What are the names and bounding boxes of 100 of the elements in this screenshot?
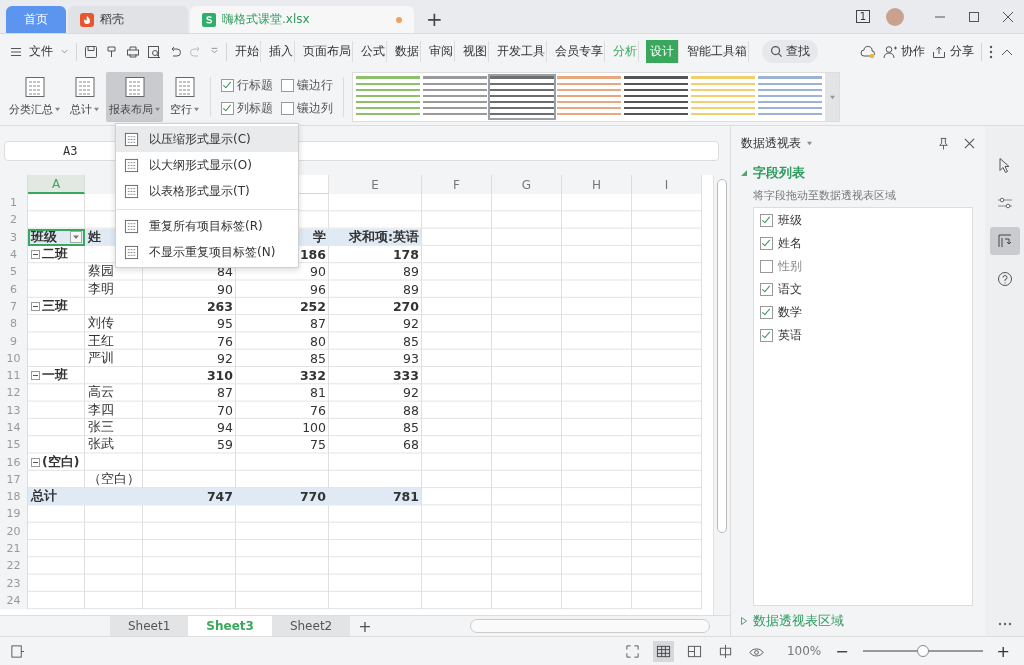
column-header[interactable]: E bbox=[329, 175, 422, 194]
row-number[interactable]: 19 bbox=[0, 505, 28, 523]
ribbon-button[interactable]: 报表布局 bbox=[106, 72, 163, 122]
field-list-heading[interactable]: 字段列表 bbox=[753, 164, 805, 182]
ribbon-tab[interactable]: 设计 bbox=[646, 40, 679, 63]
row-number[interactable]: 18 bbox=[0, 488, 28, 506]
caret-icon[interactable] bbox=[807, 140, 812, 146]
checkbox[interactable] bbox=[760, 329, 773, 342]
format-painter-icon[interactable] bbox=[105, 44, 119, 59]
close-icon[interactable] bbox=[1002, 10, 1014, 23]
vertical-scrollbar[interactable] bbox=[713, 175, 730, 615]
collapsed-triangle-icon[interactable] bbox=[741, 617, 747, 625]
horizontal-scrollbar[interactable] bbox=[469, 619, 710, 633]
checkbox[interactable] bbox=[221, 102, 234, 115]
column-header[interactable]: I bbox=[632, 175, 702, 194]
pivot-table-icon[interactable] bbox=[989, 227, 1020, 255]
ribbon-tab[interactable]: 审阅 bbox=[428, 41, 455, 62]
print-preview-icon[interactable] bbox=[147, 44, 161, 59]
table-style-swatch[interactable] bbox=[356, 76, 420, 118]
ribbon-tab[interactable]: 公式 bbox=[360, 41, 387, 62]
pin-icon[interactable] bbox=[937, 136, 950, 150]
chevron-down-icon[interactable] bbox=[210, 47, 219, 56]
save-icon[interactable] bbox=[84, 44, 98, 59]
column-header[interactable]: H bbox=[562, 175, 632, 194]
row-number[interactable]: 8 bbox=[0, 315, 28, 333]
row-number[interactable]: 12 bbox=[0, 384, 28, 402]
menu-item[interactable]: 以表格形式显示(T) bbox=[116, 178, 298, 204]
row-number[interactable]: 15 bbox=[0, 436, 28, 454]
window-count-badge[interactable]: 1 bbox=[855, 10, 870, 23]
more-icon[interactable] bbox=[989, 44, 993, 59]
row-number[interactable]: 9 bbox=[0, 332, 28, 350]
sheet-tab[interactable]: Sheet1 bbox=[110, 616, 189, 636]
ribbon-tab[interactable]: 会员专享 bbox=[554, 41, 605, 62]
table-style-swatch[interactable] bbox=[758, 76, 822, 118]
ribbon-button[interactable]: 空行 bbox=[167, 72, 202, 122]
collapse-icon[interactable] bbox=[31, 250, 40, 260]
ribbon-button[interactable]: 总计 bbox=[67, 72, 102, 122]
ribbon-tab[interactable]: 页面布局 bbox=[302, 41, 353, 62]
ribbon-tab[interactable]: 智能工具箱 bbox=[686, 41, 749, 62]
ribbon-tab[interactable]: 插入 bbox=[268, 41, 295, 62]
search-button[interactable]: 查找 bbox=[762, 40, 818, 63]
ribbon-tab[interactable]: 数据 bbox=[394, 41, 421, 62]
menu-item[interactable]: 不显示重复项目标签(N) bbox=[116, 239, 298, 265]
more-icon[interactable] bbox=[997, 622, 1012, 626]
new-tab-button[interactable]: + bbox=[416, 5, 453, 33]
caret-icon[interactable] bbox=[55, 107, 60, 112]
checkbox[interactable] bbox=[281, 102, 294, 115]
chevron-down-icon[interactable] bbox=[60, 47, 69, 56]
pane-title[interactable]: 数据透视表 bbox=[741, 134, 801, 152]
checkbox[interactable] bbox=[760, 283, 773, 296]
menu-item[interactable]: 重复所有项目标签(R) bbox=[116, 209, 298, 239]
checkbox[interactable] bbox=[760, 237, 773, 250]
menu-item[interactable]: 以压缩形式显示(C) bbox=[116, 126, 298, 152]
sheet-tab[interactable]: Sheet3 bbox=[188, 616, 272, 636]
caret-icon[interactable] bbox=[155, 107, 160, 112]
row-number[interactable]: 6 bbox=[0, 280, 28, 298]
row-number[interactable]: 1 bbox=[0, 194, 28, 212]
zoom-level[interactable]: 100% bbox=[786, 644, 822, 658]
table-style-swatch[interactable] bbox=[490, 76, 554, 118]
collaborate-button[interactable]: 协作 bbox=[883, 43, 925, 60]
menu-icon[interactable] bbox=[10, 45, 22, 58]
collapse-icon[interactable] bbox=[31, 301, 40, 311]
zoom-in-button[interactable]: + bbox=[992, 641, 1014, 661]
checkbox[interactable] bbox=[760, 214, 773, 227]
row-number[interactable]: 22 bbox=[0, 557, 28, 575]
column-header[interactable]: F bbox=[422, 175, 492, 194]
ribbon-tab[interactable]: 开始 bbox=[234, 41, 261, 62]
close-icon[interactable] bbox=[964, 137, 975, 149]
share-button[interactable]: 分享 bbox=[932, 43, 974, 60]
column-header[interactable]: G bbox=[492, 175, 562, 194]
zoom-out-button[interactable]: − bbox=[831, 641, 853, 661]
collapse-icon[interactable] bbox=[31, 371, 40, 381]
cloud-icon[interactable] bbox=[860, 44, 876, 59]
row-number[interactable]: 2 bbox=[0, 211, 28, 229]
caret-icon[interactable] bbox=[829, 94, 835, 100]
ribbon-tab[interactable]: 视图 bbox=[462, 41, 489, 62]
row-number[interactable]: 16 bbox=[0, 453, 28, 471]
table-style-swatch[interactable] bbox=[557, 76, 621, 118]
checkbox[interactable] bbox=[221, 79, 234, 92]
checkbox[interactable] bbox=[760, 260, 773, 273]
sheet-tab[interactable]: Sheet2 bbox=[271, 616, 351, 636]
caret-icon[interactable] bbox=[194, 107, 199, 112]
caret-icon[interactable] bbox=[94, 107, 99, 112]
print-icon[interactable] bbox=[126, 44, 140, 59]
document-tab[interactable]: 嗨格式课堂.xlsx bbox=[190, 6, 414, 33]
checkbox[interactable] bbox=[760, 306, 773, 319]
column-header[interactable]: A bbox=[28, 175, 85, 194]
slider-thumb[interactable] bbox=[916, 645, 929, 657]
row-number[interactable]: 5 bbox=[0, 263, 28, 281]
expanded-triangle-icon[interactable] bbox=[741, 170, 747, 176]
pivot-areas-heading[interactable]: 数据透视表区域 bbox=[753, 612, 844, 630]
ribbon-tab[interactable]: 分析 bbox=[612, 41, 639, 62]
ribbon-tab[interactable]: 开发工具 bbox=[496, 41, 547, 62]
normal-view-icon[interactable] bbox=[652, 640, 674, 662]
maximize-icon[interactable] bbox=[968, 10, 980, 23]
document-tab[interactable]: 稻壳 bbox=[68, 6, 188, 33]
macro-icon[interactable] bbox=[10, 643, 25, 659]
collapse-icon[interactable] bbox=[31, 457, 40, 467]
ribbon-button[interactable]: 分类汇总 bbox=[6, 72, 63, 122]
avatar[interactable] bbox=[886, 7, 904, 26]
